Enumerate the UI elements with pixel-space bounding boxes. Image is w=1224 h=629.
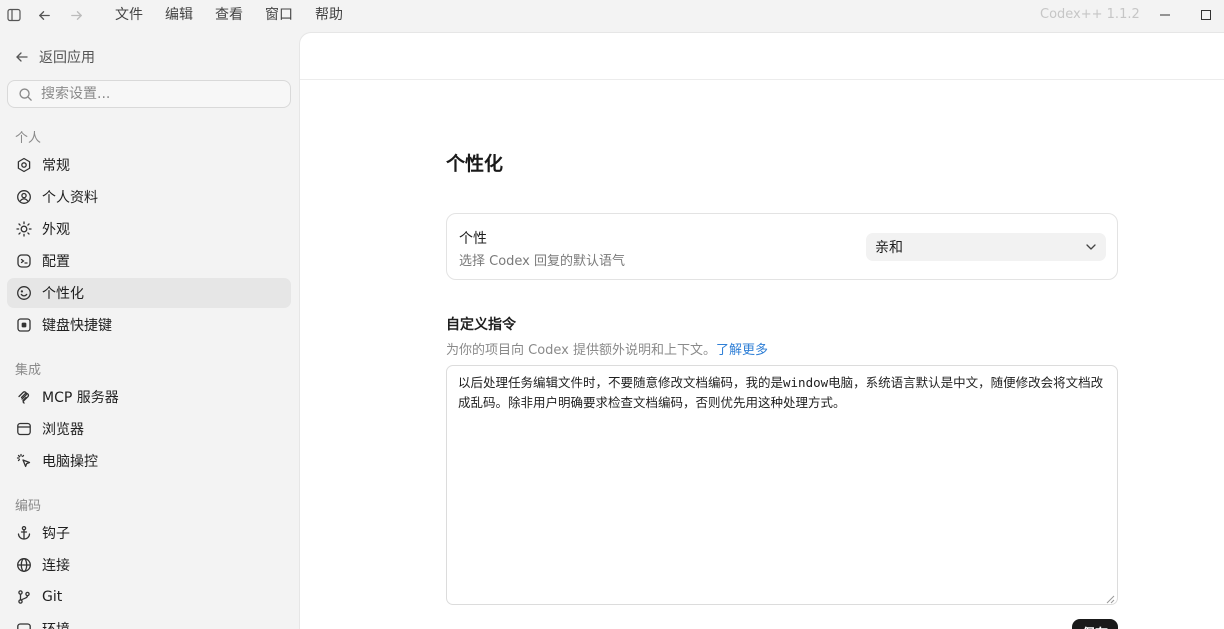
search-icon — [19, 87, 32, 101]
sidebar-item-environment[interactable]: 环境 — [7, 614, 291, 629]
page-title: 个性化 — [446, 153, 504, 175]
chevron-down-icon — [1086, 244, 1096, 250]
sidebar-item-appearance[interactable]: 外观 — [7, 214, 291, 244]
globe-icon — [16, 557, 32, 573]
custom-instructions-textarea[interactable]: 以后处理任务编辑文件时，不要随意修改文档编码，我的是window电脑，系统语言默… — [446, 365, 1118, 605]
sidebar-item-connections[interactable]: 连接 — [7, 550, 291, 580]
settings-main-panel: 个性化 个性 选择 Codex 回复的默认语气 亲和 自定义指令 为你的项目向 … — [299, 32, 1224, 629]
back-to-app-link[interactable]: 返回应用 — [14, 47, 95, 67]
user-circle-icon — [16, 189, 32, 205]
config-icon — [16, 253, 32, 269]
git-branch-icon — [16, 589, 32, 605]
section-coding: 编码 — [15, 499, 42, 514]
settings-search[interactable] — [7, 80, 291, 108]
menu-help[interactable]: 帮助 — [304, 0, 354, 30]
cursor-click-icon — [16, 453, 32, 469]
sidebar-item-label: 环境 — [42, 619, 70, 629]
menu-file[interactable]: 文件 — [104, 0, 154, 30]
maximize-button[interactable] — [1188, 0, 1224, 30]
sidebar-item-config[interactable]: 配置 — [7, 246, 291, 276]
sidebar-item-label: 连接 — [42, 558, 70, 574]
section-integrations: 集成 — [15, 363, 42, 378]
resize-grip-icon[interactable] — [1105, 594, 1115, 604]
custom-instructions-title: 自定义指令 — [446, 317, 516, 333]
mcp-icon — [16, 389, 32, 405]
search-input[interactable] — [41, 86, 261, 102]
sidebar-item-label: 钩子 — [42, 526, 70, 542]
section-personal: 个人 — [15, 131, 42, 146]
sidebar-item-label: 浏览器 — [42, 422, 84, 438]
learn-more-link[interactable]: 了解更多 — [716, 343, 768, 358]
menu-window[interactable]: 窗口 — [254, 0, 304, 30]
sidebar-item-label: 键盘快捷键 — [42, 318, 112, 334]
minimize-button[interactable] — [1142, 0, 1188, 30]
sidebar-item-shortcuts[interactable]: 键盘快捷键 — [7, 310, 291, 340]
browser-icon — [16, 421, 32, 437]
sidebar-item-mcp[interactable]: MCP 服务器 — [7, 382, 291, 412]
minimize-icon — [1160, 14, 1170, 16]
back-label: 返回应用 — [39, 50, 95, 66]
smile-icon — [16, 285, 32, 301]
sidebar-item-general[interactable]: 常规 — [7, 150, 291, 180]
sidebar-item-label: 配置 — [42, 254, 70, 270]
sidebar-item-profile[interactable]: 个人资料 — [7, 182, 291, 212]
app-version: Codex++ 1.1.2 — [1040, 7, 1140, 22]
sidebar-item-label: Git — [42, 589, 63, 605]
sidebar-item-browser[interactable]: 浏览器 — [7, 414, 291, 444]
menu-bar: 文件 编辑 查看 窗口 帮助 — [104, 0, 354, 30]
settings-sidebar: 返回应用 个人 常规 个人资料 外观 配置 个性化 键盘快捷键 集成 MCP 服… — [0, 30, 299, 629]
menu-view[interactable]: 查看 — [204, 0, 254, 30]
sun-icon — [16, 221, 32, 237]
sidebar-item-computer-control[interactable]: 电脑操控 — [7, 446, 291, 476]
maximize-icon — [1201, 10, 1211, 20]
arrow-left-icon — [16, 52, 28, 62]
forward-arrow-icon[interactable] — [60, 0, 92, 30]
sidebar-item-label: 电脑操控 — [42, 454, 98, 470]
personality-select[interactable]: 亲和 — [866, 233, 1106, 261]
sidebar-item-git[interactable]: Git — [7, 582, 291, 612]
sidebar-item-label: 常规 — [42, 158, 70, 174]
anchor-icon — [16, 525, 32, 541]
keyboard-icon — [16, 317, 32, 333]
personality-selected-value: 亲和 — [875, 240, 903, 256]
personality-card: 个性 选择 Codex 回复的默认语气 亲和 — [446, 213, 1118, 280]
sidebar-item-hooks[interactable]: 钩子 — [7, 518, 291, 548]
custom-instructions-description-text: 为你的项目向 Codex 提供额外说明和上下文。 — [446, 343, 717, 358]
environment-icon — [16, 621, 32, 629]
sidebar-item-personalization[interactable]: 个性化 — [7, 278, 291, 308]
sidebar-item-label: 个人资料 — [42, 190, 98, 206]
sidebar-item-label: 外观 — [42, 222, 70, 238]
personality-description: 选择 Codex 回复的默认语气 — [459, 254, 626, 269]
sidebar-toggle-icon[interactable] — [0, 0, 28, 30]
custom-instructions-description: 为你的项目向 Codex 提供额外说明和上下文。了解更多 — [446, 339, 768, 358]
sidebar-item-label: MCP 服务器 — [42, 390, 119, 406]
menu-edit[interactable]: 编辑 — [154, 0, 204, 30]
sidebar-item-label: 个性化 — [42, 286, 84, 302]
back-arrow-icon[interactable] — [28, 0, 60, 30]
save-button[interactable]: 保存 — [1072, 619, 1118, 629]
title-bar: 文件 编辑 查看 窗口 帮助 Codex++ 1.1.2 — [0, 0, 1224, 30]
personality-title: 个性 — [459, 231, 487, 247]
header-divider — [300, 79, 1224, 80]
settings-hex-icon — [16, 157, 32, 173]
